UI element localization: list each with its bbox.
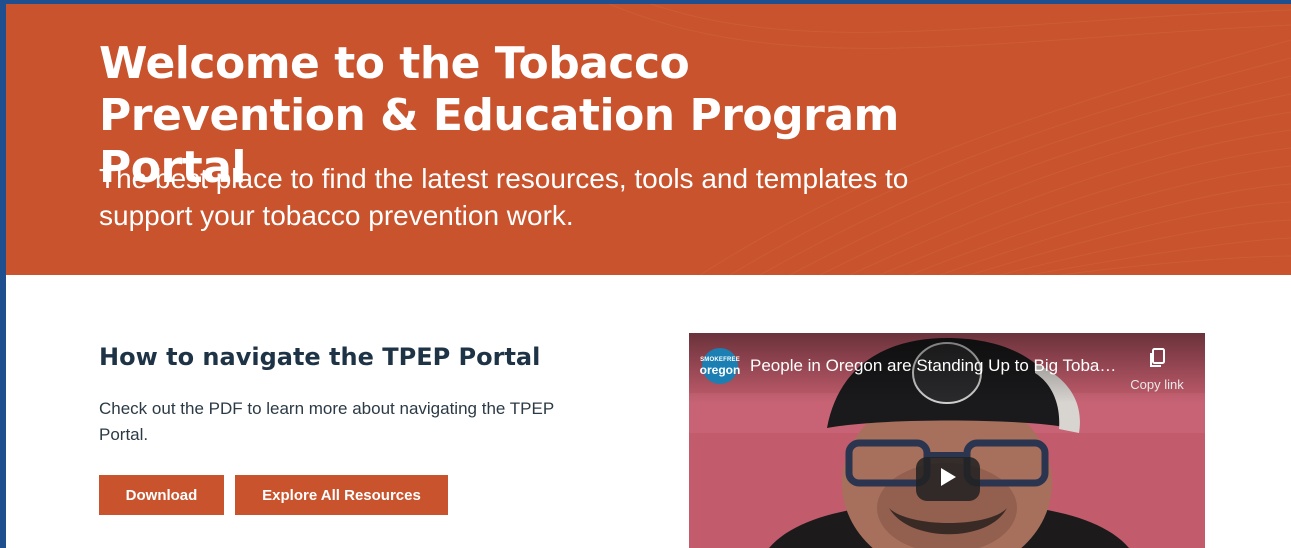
explore-resources-button[interactable]: Explore All Resources <box>235 475 448 515</box>
hero-subtitle: The best place to find the latest resour… <box>99 163 909 231</box>
video-embed[interactable]: SMOKEFREE oregon People in Oregon are St… <box>689 333 1205 548</box>
copy-icon <box>1148 348 1166 373</box>
navigate-section-title: How to navigate the TPEP Portal <box>99 343 541 371</box>
video-title[interactable]: People in Oregon are Standing Up to Big … <box>750 355 1120 377</box>
play-button[interactable] <box>916 457 980 501</box>
copy-link-button[interactable]: Copy link <box>1125 348 1189 394</box>
channel-logo-bottom-text: oregon <box>699 362 741 377</box>
hero-banner: Welcome to the Tobacco Prevention & Educ… <box>0 0 1291 275</box>
play-icon <box>939 467 957 492</box>
copy-link-label: Copy link <box>1130 377 1184 392</box>
channel-logo[interactable]: SMOKEFREE oregon <box>699 348 741 384</box>
download-button[interactable]: Download <box>99 475 224 515</box>
navigate-section-description: Check out the PDF to learn more about na… <box>99 399 554 444</box>
